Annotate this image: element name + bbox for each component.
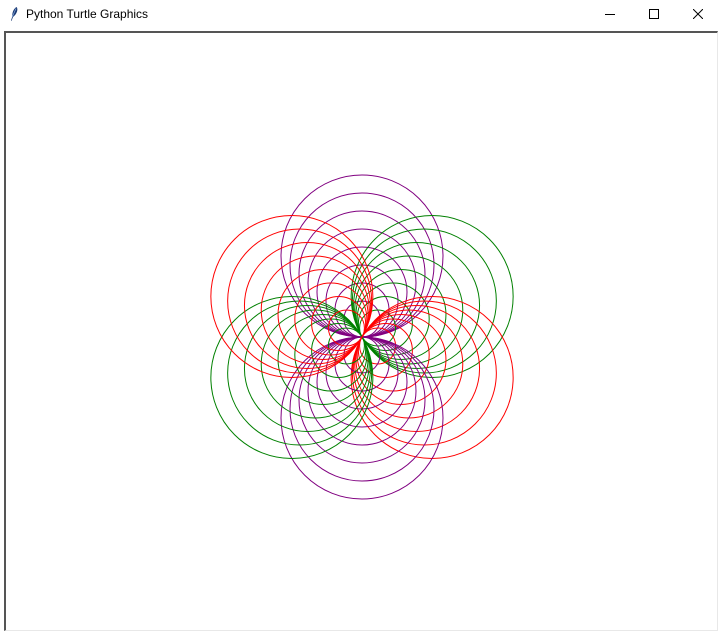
turtle-window: Python Turtle Graphics [0, 0, 720, 633]
minimize-icon [605, 14, 615, 15]
feather-icon [9, 6, 19, 22]
close-button[interactable] [676, 0, 720, 28]
turtle-canvas-frame[interactable] [4, 31, 718, 631]
turtle-drawing-canvas[interactable] [6, 33, 718, 631]
maximize-button[interactable] [632, 0, 676, 28]
close-icon [693, 9, 703, 19]
window-title: Python Turtle Graphics [26, 7, 149, 21]
title-bar[interactable]: Python Turtle Graphics [0, 0, 720, 28]
minimize-button[interactable] [588, 0, 632, 28]
maximize-icon [649, 9, 659, 19]
canvas-background [6, 33, 717, 630]
